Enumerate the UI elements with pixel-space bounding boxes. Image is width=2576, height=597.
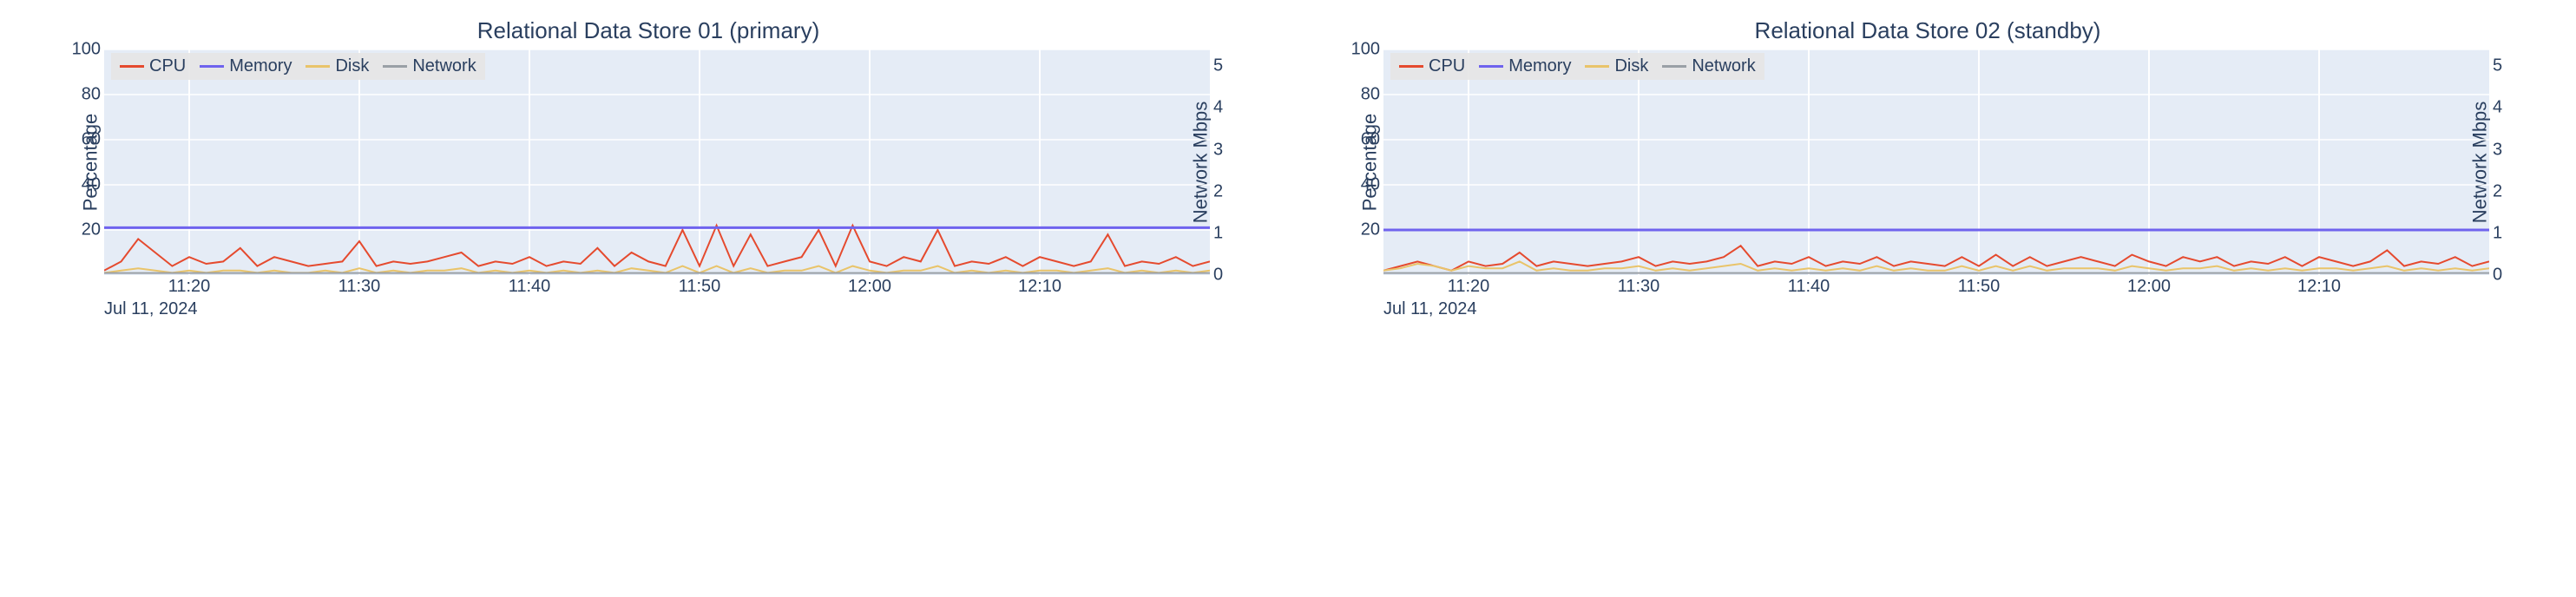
date-label: Jul 11, 2024 (1383, 299, 2550, 319)
legend-item[interactable]: CPU (120, 56, 186, 76)
x-axis: 11:20 11:30 11:40 11:50 12:00 12:10 (1383, 275, 2489, 296)
chart-panel: Relational Data Store 02 (standby) 204060… (1305, 17, 2550, 319)
x-tick: 11:30 (1618, 277, 1660, 297)
y-right-tick: 1 (1213, 223, 1223, 243)
series-disk[interactable] (104, 266, 1210, 273)
plot-area[interactable]: 20406080100012345PercentageNetwork MbpsC… (104, 49, 1210, 275)
legend-item[interactable]: Memory (200, 56, 292, 76)
legend-item[interactable]: Network (383, 56, 476, 76)
legend-label: Network (1692, 56, 1755, 76)
legend-swatch (383, 65, 407, 68)
x-tick: 12:00 (2127, 277, 2171, 297)
series-cpu[interactable] (104, 226, 1210, 271)
chart-title: Relational Data Store 01 (primary) (26, 17, 1271, 44)
y-left-tick: 80 (1361, 85, 1380, 105)
legend-label: Disk (335, 56, 369, 76)
y-left-tick: 20 (1361, 220, 1380, 240)
legend-swatch (1585, 65, 1609, 68)
legend-swatch (120, 65, 144, 68)
x-tick: 11:30 (338, 277, 381, 297)
series-cpu[interactable] (1383, 246, 2489, 271)
x-tick: 11:20 (168, 277, 211, 297)
y-left-tick: 100 (1351, 40, 1380, 60)
x-tick: 12:00 (848, 277, 891, 297)
legend-label: Network (412, 56, 476, 76)
legend-swatch (200, 65, 224, 68)
y-right-tick: 1 (2493, 223, 2502, 243)
legend-swatch (1479, 65, 1503, 68)
x-tick: 11:20 (1448, 277, 1490, 297)
x-tick: 12:10 (2297, 277, 2341, 297)
legend-swatch (1662, 65, 1686, 68)
y-right-tick: 2 (2493, 181, 2502, 201)
y-right-tick: 3 (2493, 140, 2502, 160)
chart-title: Relational Data Store 02 (standby) (1305, 17, 2550, 44)
x-tick: 11:50 (679, 277, 721, 297)
y-right-tick: 0 (1213, 266, 1223, 285)
y-left-label: Percentage (1358, 114, 1381, 212)
y-right-tick: 0 (2493, 266, 2502, 285)
legend[interactable]: CPU Memory Disk Network (1390, 53, 1764, 80)
y-right-tick: 5 (2493, 56, 2502, 76)
x-tick: 11:40 (1788, 277, 1830, 297)
legend-item[interactable]: Disk (1585, 56, 1648, 76)
y-right-tick: 2 (1213, 181, 1223, 201)
legend-label: Memory (229, 56, 292, 76)
legend-swatch (1399, 65, 1423, 68)
legend-item[interactable]: Network (1662, 56, 1755, 76)
x-tick: 11:50 (1958, 277, 2001, 297)
legend-label: Memory (1508, 56, 1571, 76)
x-tick: 12:10 (1018, 277, 1061, 297)
legend-label: CPU (1429, 56, 1465, 76)
y-right-tick: 4 (2493, 98, 2502, 118)
legend-label: CPU (149, 56, 186, 76)
y-left-tick: 100 (72, 40, 101, 60)
y-left-tick: 20 (82, 220, 101, 240)
legend-swatch (306, 65, 330, 68)
chart-panel: Relational Data Store 01 (primary) 204060… (26, 17, 1271, 319)
legend-label: Disk (1614, 56, 1648, 76)
y-right-tick: 4 (1213, 98, 1223, 118)
y-right-tick: 3 (1213, 140, 1223, 160)
date-label: Jul 11, 2024 (104, 299, 1271, 319)
y-left-label: Percentage (79, 114, 102, 212)
x-axis: 11:20 11:30 11:40 11:50 12:00 12:10 (104, 275, 1210, 296)
legend-item[interactable]: Memory (1479, 56, 1571, 76)
legend[interactable]: CPU Memory Disk Network (111, 53, 485, 80)
y-left-tick: 80 (82, 85, 101, 105)
legend-item[interactable]: Disk (306, 56, 369, 76)
x-tick: 11:40 (509, 277, 551, 297)
y-right-tick: 5 (1213, 56, 1223, 76)
plot-area[interactable]: 20406080100012345PercentageNetwork MbpsC… (1383, 49, 2489, 275)
dashboard: Relational Data Store 01 (primary) 204060… (0, 0, 2576, 337)
legend-item[interactable]: CPU (1399, 56, 1465, 76)
